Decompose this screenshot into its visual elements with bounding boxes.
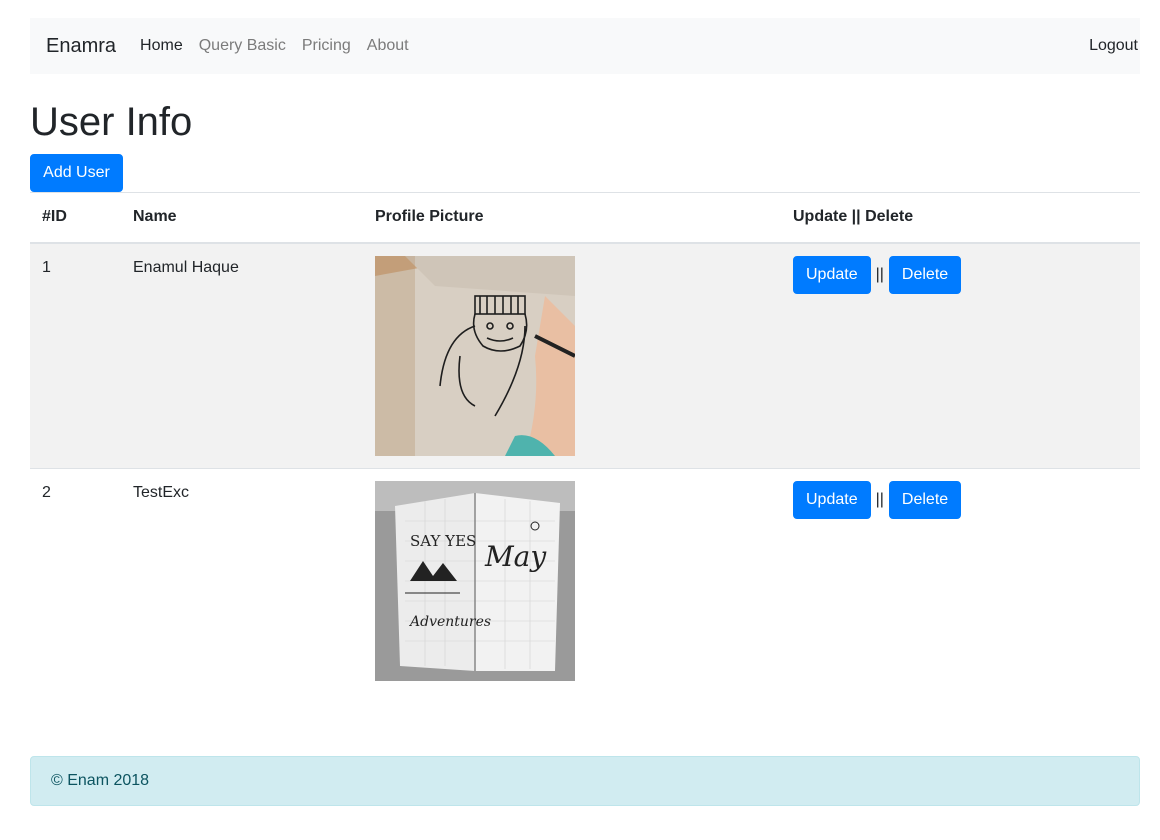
logout-link[interactable]: Logout xyxy=(1089,37,1138,55)
cell-actions: Update || Delete xyxy=(781,467,1140,693)
action-separator: || xyxy=(875,490,884,508)
table-header-row: #ID Name Profile Picture Update || Delet… xyxy=(30,192,1140,244)
cell-id: 1 xyxy=(30,242,121,468)
user-id: 1 xyxy=(42,258,51,276)
nav-link-about[interactable]: About xyxy=(367,37,409,55)
cell-picture xyxy=(363,242,781,468)
page-title: User Info xyxy=(30,100,193,144)
delete-button[interactable]: Delete xyxy=(888,255,962,294)
cell-actions: Update || Delete xyxy=(781,242,1140,468)
nav-link-query-basic[interactable]: Query Basic xyxy=(199,37,286,55)
footer: © Enam 2018 xyxy=(30,756,1140,806)
add-user-button[interactable]: Add User xyxy=(30,154,123,192)
brand-link[interactable]: Enamra xyxy=(46,35,116,58)
cell-picture: SAY YES May Adventures xyxy=(363,467,781,693)
column-header-name: Name xyxy=(121,192,363,244)
update-button[interactable]: Update xyxy=(793,480,871,519)
user-id: 2 xyxy=(42,483,51,501)
users-table: #ID Name Profile Picture Update || Delet… xyxy=(30,192,1140,693)
user-name: Enamul Haque xyxy=(133,258,239,276)
action-separator: || xyxy=(875,265,884,283)
cell-id: 2 xyxy=(30,467,121,693)
svg-text:May: May xyxy=(484,540,547,573)
svg-text:SAY YES: SAY YES xyxy=(410,532,476,550)
user-name: TestExc xyxy=(133,483,190,501)
update-button[interactable]: Update xyxy=(793,255,871,294)
svg-text:Adventures: Adventures xyxy=(408,614,491,630)
nav-link-home[interactable]: Home xyxy=(140,37,183,55)
cell-name: TestExc xyxy=(121,467,363,693)
delete-button[interactable]: Delete xyxy=(888,480,962,519)
column-header-actions: Update || Delete xyxy=(781,192,1140,244)
table-row: 2 TestExc SAY YES May Adventures Update … xyxy=(30,467,1140,693)
profile-picture-notebook: SAY YES May Adventures xyxy=(375,480,575,681)
column-header-id: #ID xyxy=(30,192,121,244)
column-header-profile-picture: Profile Picture xyxy=(363,192,781,244)
nav-link-pricing[interactable]: Pricing xyxy=(302,37,351,55)
cell-name: Enamul Haque xyxy=(121,242,363,468)
footer-copyright: © Enam 2018 xyxy=(51,772,150,789)
profile-picture-sketch xyxy=(375,255,575,456)
navbar: Enamra Home Query Basic Pricing About Lo… xyxy=(30,18,1140,74)
table-row: 1 Enamul Haque Update || Delete xyxy=(30,242,1140,468)
